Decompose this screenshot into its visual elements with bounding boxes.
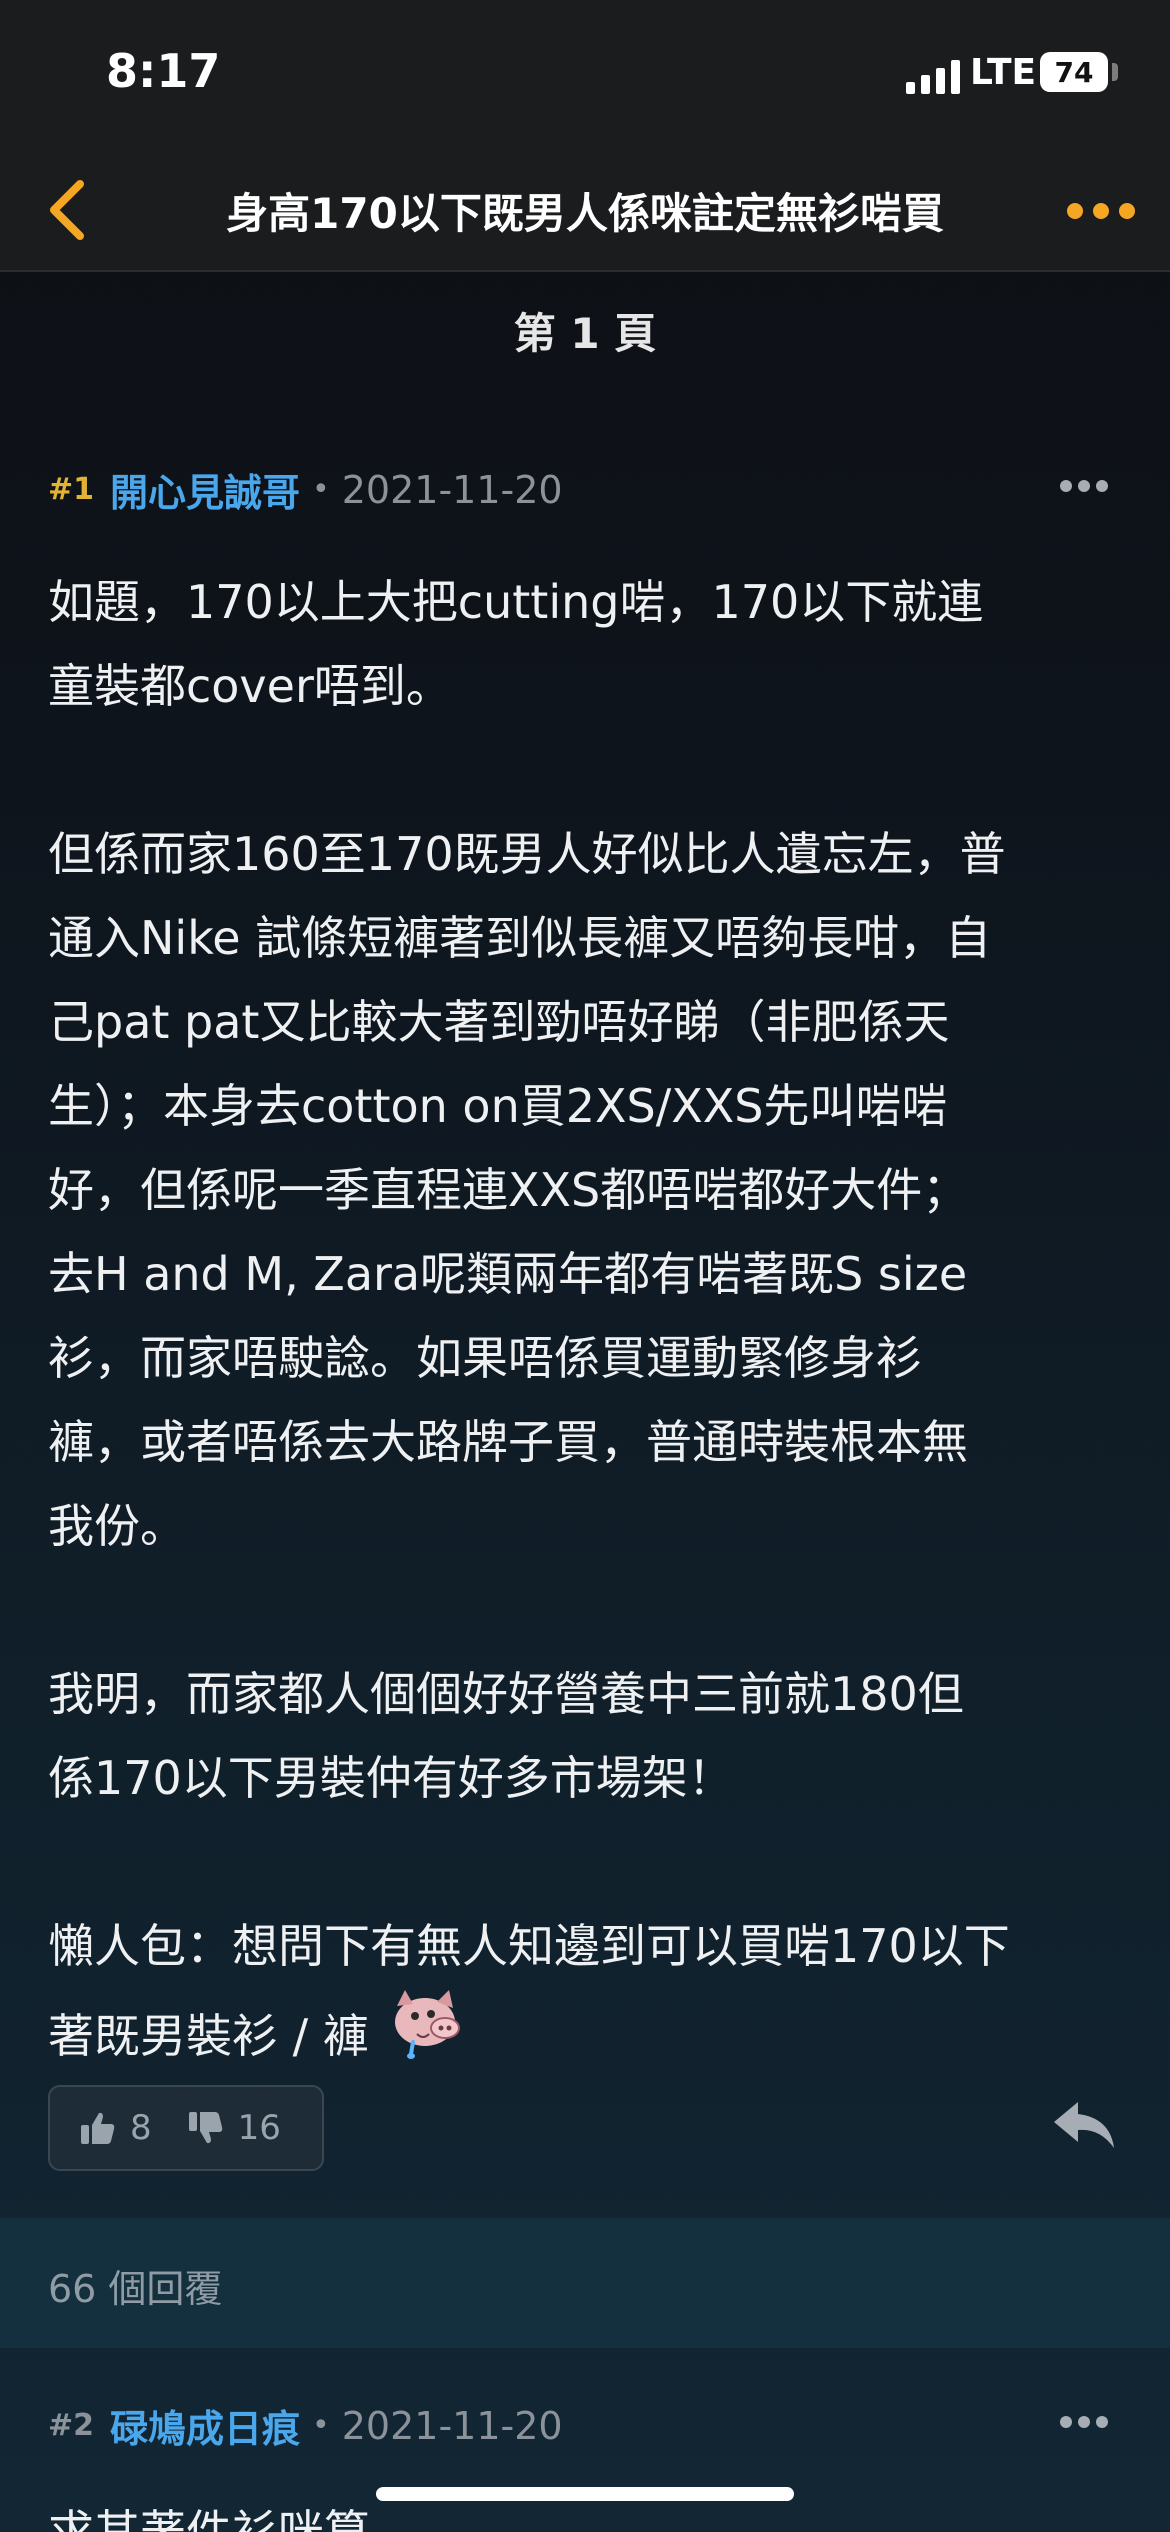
upvote-count: 8 xyxy=(130,2108,152,2148)
post-date-2: 2021-11-20 xyxy=(341,2403,563,2448)
thread-title: 身高170以下既男人係咪註定無衫啱買 xyxy=(226,189,944,238)
upvote-button[interactable]: 8 xyxy=(80,2108,152,2148)
vote-box: 8 16 xyxy=(48,2085,324,2171)
thumbs-down-icon xyxy=(188,2112,222,2144)
pig-sticker-icon xyxy=(395,1990,461,2059)
reply-count: 66 個回覆 xyxy=(48,2267,223,2311)
post-body: 如題，170以上大把cutting啱，170以下就連 童裝都cover唔到。 但… xyxy=(48,560,1122,2078)
status-time: 8:17 xyxy=(106,44,221,98)
reply-count-bar: 66 個回覆 xyxy=(0,2218,1170,2348)
nav-bar: 身高170以下既男人係咪註定無衫啱買 xyxy=(0,150,1170,272)
thumbs-up-icon xyxy=(81,2112,115,2144)
post-more-icon[interactable] xyxy=(1058,478,1110,494)
status-bar: 8:17 LTE 74 xyxy=(0,0,1170,150)
post-text: 如題，170以上大把cutting啱，170以下就連 童裝都cover唔到。 但… xyxy=(48,575,1010,2063)
post-meta: #1 開心見誠哥 • 2021-11-20 xyxy=(48,462,563,517)
battery-level: 74 xyxy=(1054,55,1094,89)
signal-icon xyxy=(906,60,960,94)
reply-arrow-icon[interactable] xyxy=(1052,2098,1116,2150)
post-date: 2021-11-20 xyxy=(341,467,563,512)
page-label: 第 1 頁 xyxy=(513,309,657,358)
author-name[interactable]: 開心見誠哥 xyxy=(110,462,300,517)
battery-icon: 74 xyxy=(1040,52,1108,92)
network-label: LTE xyxy=(970,52,1037,93)
post-more-icon-2[interactable] xyxy=(1058,2414,1110,2430)
separator-dot-2: • xyxy=(312,2408,330,2443)
post-number-2: #2 xyxy=(48,2408,95,2443)
post-2-preview: 求其著件衫咪算 xyxy=(48,2505,370,2532)
back-chevron-icon[interactable] xyxy=(40,174,96,246)
downvote-button[interactable]: 16 xyxy=(188,2108,281,2148)
post-number: #1 xyxy=(48,472,95,507)
battery-tip xyxy=(1112,63,1118,81)
more-dots-icon[interactable] xyxy=(1066,196,1136,226)
downvote-count: 16 xyxy=(237,2108,281,2148)
post-meta-2: #2 碌鳩成日痕 • 2021-11-20 xyxy=(48,2398,563,2453)
separator-dot: • xyxy=(312,472,330,507)
author-name-2[interactable]: 碌鳩成日痕 xyxy=(110,2398,300,2453)
home-indicator[interactable] xyxy=(376,2487,794,2501)
